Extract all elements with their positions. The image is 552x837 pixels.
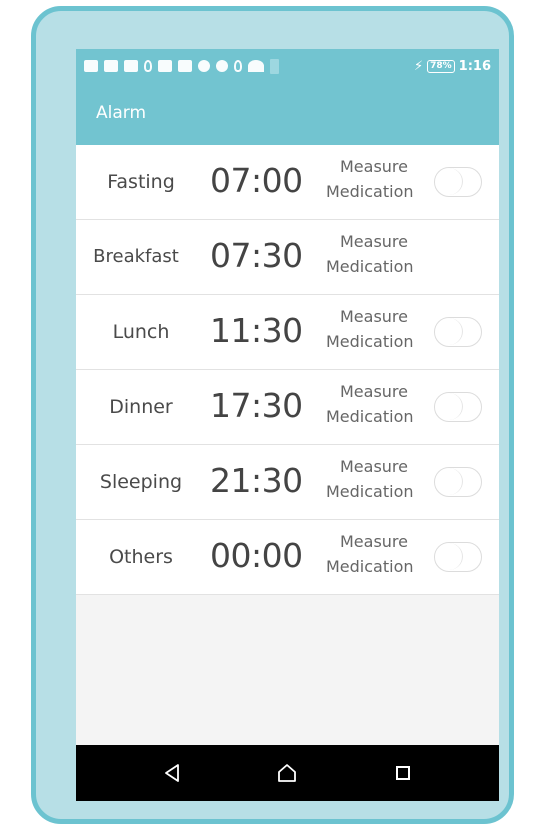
meal-label: Dinner <box>109 396 173 418</box>
location-icon <box>144 60 152 72</box>
alarm-time[interactable]: 00:00 <box>210 536 303 575</box>
status-bar: ⚡ 78% 1:16 <box>76 49 499 83</box>
notification-icons <box>84 58 279 74</box>
alarm-type: Measure Medication <box>326 454 446 504</box>
alarm-type: Measure Medication <box>326 154 446 204</box>
alarm-row-breakfast[interactable]: Breakfast 07:30 Measure Medication <box>76 220 499 295</box>
recent-apps-button[interactable] <box>373 745 433 801</box>
recent-apps-icon <box>396 766 410 780</box>
type-measure: Measure <box>340 307 408 326</box>
message-icon <box>84 60 98 72</box>
alarm-row-others[interactable]: Others 00:00 Measure Medication <box>76 520 499 595</box>
type-medication: Medication <box>326 257 414 276</box>
alarm-row-fasting[interactable]: Fasting 07:00 Measure Medication <box>76 145 499 220</box>
alarm-row-sleeping[interactable]: Sleeping 21:30 Measure Medication <box>76 445 499 520</box>
battery-percent: 78% <box>427 59 455 73</box>
alarm-type: Measure Medication <box>326 229 446 279</box>
meal-label: Sleeping <box>99 471 183 493</box>
type-medication: Medication <box>326 557 414 576</box>
alarm-toggle[interactable] <box>434 392 482 422</box>
bluetooth-icon <box>234 60 242 72</box>
meal-label: Fasting <box>107 171 175 193</box>
alarm-row-lunch[interactable]: Lunch 11:30 Measure Medication <box>76 295 499 370</box>
meal-label: Breakfast <box>93 246 179 267</box>
type-medication: Medication <box>326 407 414 426</box>
type-measure: Measure <box>340 382 408 401</box>
toggle-knob <box>435 543 463 570</box>
meal-label: Lunch <box>112 321 170 343</box>
wifi-icon <box>248 60 264 72</box>
app-bar: Alarm <box>76 83 499 145</box>
media-icon <box>104 60 118 72</box>
alarm-type: Measure Medication <box>326 304 446 354</box>
type-measure: Measure <box>340 232 408 251</box>
alarm-time[interactable]: 11:30 <box>210 311 303 350</box>
alarm-row-dinner[interactable]: Dinner 17:30 Measure Medication <box>76 370 499 445</box>
alarm-toggle[interactable] <box>434 467 482 497</box>
alarm-toggle[interactable] <box>434 317 482 347</box>
type-measure: Measure <box>340 457 408 476</box>
back-icon <box>165 764 179 782</box>
alarm-toggle[interactable] <box>434 542 482 572</box>
home-button[interactable] <box>257 745 317 801</box>
phone-screen: ⚡ 78% 1:16 Alarm Fasting 07:00 Measure M… <box>76 49 499 801</box>
type-medication: Medication <box>326 182 414 201</box>
meal-label: Others <box>109 546 173 568</box>
navigation-bar <box>76 745 499 801</box>
dropbox-icon <box>198 60 210 72</box>
toggle-knob <box>435 168 463 195</box>
alarm-list: Fasting 07:00 Measure Medication Breakfa… <box>76 145 499 595</box>
mail-icon <box>158 60 172 72</box>
toggle-knob <box>435 393 463 420</box>
home-icon <box>278 764 296 782</box>
back-button[interactable] <box>142 745 202 801</box>
toggle-knob <box>435 468 463 495</box>
alarm-toggle[interactable] <box>434 167 482 197</box>
alarm-type: Measure Medication <box>326 379 446 429</box>
type-medication: Medication <box>326 482 414 501</box>
clock: 1:16 <box>458 58 491 74</box>
inbox-icon <box>178 60 192 72</box>
alarm-time[interactable]: 07:00 <box>210 161 303 200</box>
gallery-icon <box>124 60 138 72</box>
settings-icon <box>216 60 228 72</box>
alarm-time[interactable]: 21:30 <box>210 461 303 500</box>
type-measure: Measure <box>340 157 408 176</box>
alarm-time[interactable]: 07:30 <box>210 236 303 275</box>
type-medication: Medication <box>326 332 414 351</box>
alarm-time[interactable]: 17:30 <box>210 386 303 425</box>
charging-icon: ⚡ <box>413 58 424 74</box>
alarm-type: Measure Medication <box>326 529 446 579</box>
page-title: Alarm <box>96 103 147 123</box>
toggle-knob <box>435 318 463 345</box>
battery-saver-icon <box>270 58 279 74</box>
type-measure: Measure <box>340 532 408 551</box>
status-right: ⚡ 78% 1:16 <box>414 57 491 75</box>
